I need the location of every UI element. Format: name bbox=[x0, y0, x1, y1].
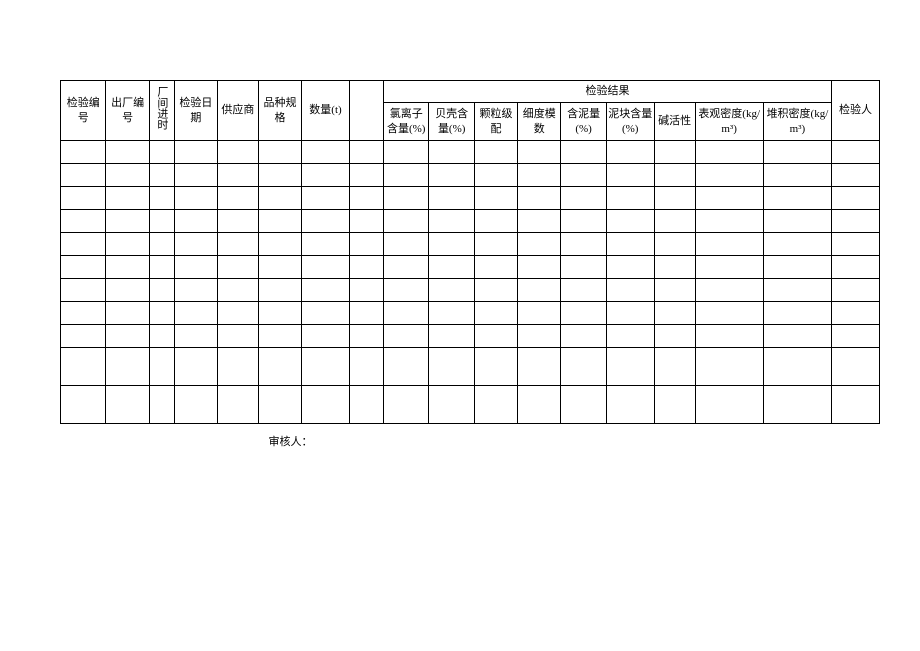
header-factory-time: 厂间进时 bbox=[149, 81, 174, 141]
header-mud: 含泥量(%) bbox=[561, 103, 606, 141]
reviewer-label: 审核人： bbox=[69, 435, 313, 449]
header-particle: 颗粒级配 bbox=[474, 103, 517, 141]
table-row bbox=[61, 256, 880, 279]
header-inspection-date: 检验日期 bbox=[174, 81, 217, 141]
table-row bbox=[61, 233, 880, 256]
header-chloride: 氯离子含量(%) bbox=[383, 103, 428, 141]
inspection-table: 检验编号 出厂编号 厂间进时 检验日期 供应商 品种规格 数量(t) 检验结果 … bbox=[60, 80, 880, 460]
table-row bbox=[61, 141, 880, 164]
table-row bbox=[61, 386, 880, 424]
table-row bbox=[61, 164, 880, 187]
table-row bbox=[61, 325, 880, 348]
table-row bbox=[61, 210, 880, 233]
header-apparent-density: 表观密度(kg/m³) bbox=[695, 103, 763, 141]
table-body: 审核人： bbox=[61, 141, 880, 460]
table-row bbox=[61, 187, 880, 210]
header-variety-spec: 品种规格 bbox=[258, 81, 301, 141]
table-row bbox=[61, 302, 880, 325]
header-bulk-density: 堆积密度(kg/m³) bbox=[763, 103, 831, 141]
header-mud-block: 泥块含量(%) bbox=[606, 103, 654, 141]
footer-row: 审核人： bbox=[61, 424, 880, 460]
header-factory-no: 出厂编号 bbox=[106, 81, 149, 141]
table-row bbox=[61, 348, 880, 386]
header-blank bbox=[349, 81, 383, 141]
header-results-group: 检验结果 bbox=[383, 81, 831, 103]
reviewer-cell: 审核人： bbox=[61, 424, 880, 460]
header-alkali: 碱活性 bbox=[654, 103, 695, 141]
header-supplier: 供应商 bbox=[217, 81, 258, 141]
header-shell: 贝壳含量(%) bbox=[429, 103, 474, 141]
header-inspector: 检验人 bbox=[832, 81, 880, 141]
header-inspection-no: 检验编号 bbox=[61, 81, 106, 141]
header-quantity: 数量(t) bbox=[302, 81, 350, 141]
table-row bbox=[61, 279, 880, 302]
header-fineness: 细度模数 bbox=[518, 103, 561, 141]
